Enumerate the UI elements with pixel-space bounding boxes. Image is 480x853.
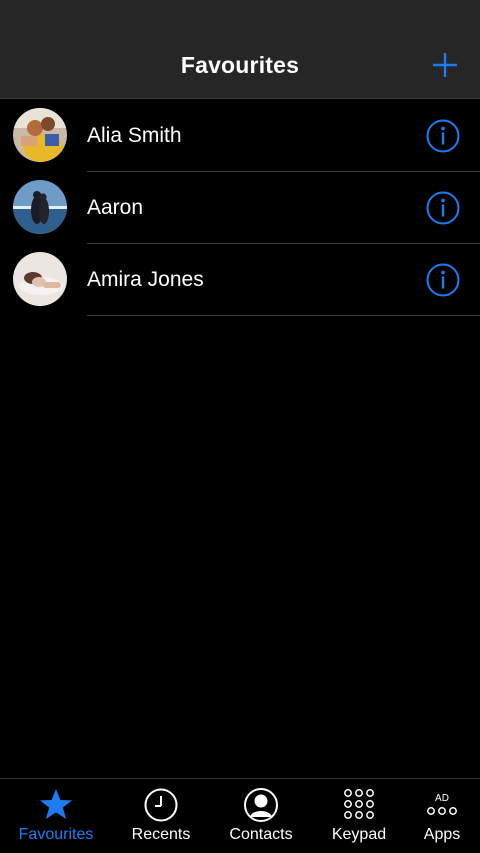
keypad-icon (341, 787, 377, 823)
info-button[interactable] (426, 263, 460, 297)
person-icon (243, 787, 279, 823)
list-item[interactable]: Aaron (0, 172, 480, 244)
apps-icon: AD (424, 787, 460, 823)
favourites-list: Alia Smith Aaron Amira Jones (0, 100, 480, 316)
tab-label: Apps (423, 826, 461, 843)
info-icon (426, 119, 460, 153)
header-bar: Favourites (0, 32, 480, 99)
tab-label: Recents (131, 826, 191, 843)
plus-icon (433, 53, 457, 77)
info-icon (426, 263, 460, 297)
avatar (13, 180, 67, 234)
tab-label: Keypad (331, 826, 387, 843)
list-item[interactable]: Alia Smith (0, 100, 480, 172)
page-title: Favourites (180, 52, 300, 78)
info-button[interactable] (426, 191, 460, 225)
tab-contacts[interactable]: Contacts (216, 779, 306, 853)
avatar (13, 252, 67, 306)
row-divider (87, 315, 480, 316)
tab-keypad[interactable]: Keypad (314, 779, 404, 853)
clock-icon (143, 787, 179, 823)
tab-apps[interactable]: AD Apps (410, 779, 474, 853)
add-favourite-button[interactable] (432, 52, 458, 78)
info-button[interactable] (426, 119, 460, 153)
phone-favourites-screen: Favourites Alia Smith Aaron Amira Jones … (0, 0, 480, 853)
star-icon (38, 787, 74, 823)
list-item[interactable]: Amira Jones (0, 244, 480, 316)
tab-label: Contacts (229, 826, 293, 843)
tab-recents[interactable]: Recents (116, 779, 206, 853)
bottom-tab-bar: Favourites Recents Contacts Keypad AD Ap… (0, 778, 480, 853)
apps-badge: AD (435, 793, 449, 804)
avatar (13, 108, 67, 162)
tab-favourites[interactable]: Favourites (6, 779, 106, 853)
tab-label: Favourites (18, 826, 94, 843)
contact-name: Aaron (87, 196, 144, 219)
contact-name: Amira Jones (87, 268, 204, 291)
status-bar (0, 0, 480, 32)
contact-name: Alia Smith (87, 124, 182, 147)
info-icon (426, 191, 460, 225)
